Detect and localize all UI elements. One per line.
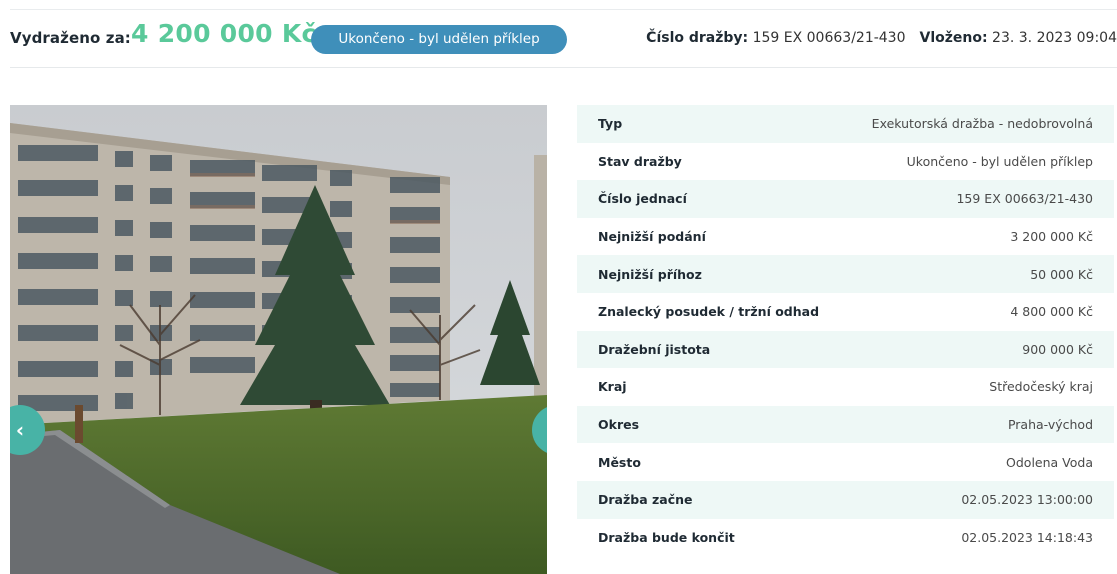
param-value: 02.05.2023 13:00:00 [961, 492, 1093, 508]
param-value: 4 800 000 Kč [1010, 304, 1093, 320]
sold-for-label: Vydraženo za: [10, 29, 131, 47]
param-value: Exekutorská dražba - nedobrovolná [871, 116, 1093, 132]
param-key: Číslo jednací [598, 191, 687, 207]
param-key: Kraj [598, 379, 627, 395]
param-value: 900 000 Kč [1022, 341, 1093, 357]
auction-summary-bar: Vydraženo za: 4 200 000 Kč Ukončeno - by… [10, 10, 1117, 68]
param-key: Okres [598, 417, 640, 433]
param-value: 50 000 Kč [1030, 266, 1093, 282]
param-row: Znalecký posudek / tržní odhad 4 800 000 … [577, 292, 1114, 331]
property-photo [10, 105, 547, 574]
param-key: Znalecký posudek / tržní odhad [598, 304, 820, 320]
param-value: 159 EX 00663/21-430 [956, 191, 1093, 207]
param-key: Dražební jistota [598, 341, 711, 357]
auction-number: 159 EX 00663/21-430 [752, 30, 906, 46]
param-row: Typ Exekutorská dražba - nedobrovolná [577, 105, 1114, 143]
param-row: Číslo jednací 159 EX 00663/21-430 [577, 180, 1114, 218]
param-row: Nejnižší příhoz 50 000 Kč [577, 255, 1114, 293]
auction-meta: Číslo dražby: 159 EX 00663/21-430 Vloženo… [646, 30, 1117, 46]
status-badge: Ukončeno - byl udělen příklep [311, 25, 567, 54]
param-value: Odolena Voda [1006, 454, 1093, 470]
param-value: 3 200 000 Kč [1010, 229, 1093, 245]
photo-gallery[interactable]: ‹ › [10, 105, 547, 574]
param-key: Nejnižší příhoz [598, 266, 702, 282]
param-row: Dražba bude končit 02.05.2023 14:18:43 [577, 518, 1114, 557]
param-row: Okres Praha-východ [577, 405, 1114, 444]
param-value: 02.05.2023 14:18:43 [961, 529, 1093, 545]
param-value: Středočeský kraj [989, 379, 1093, 395]
param-key: Stav dražby [598, 153, 682, 169]
inserted-date: 23. 3. 2023 09:04 [992, 30, 1117, 46]
chevron-left-icon: ‹ [15, 418, 25, 442]
param-value: Praha-východ [1007, 417, 1093, 433]
param-value: Ukončeno - byl udělen příklep [906, 153, 1093, 169]
param-row: Stav dražby Ukončeno - byl udělen příklep [577, 142, 1114, 181]
param-row: Dražba začne 02.05.2023 13:00:00 [577, 480, 1114, 519]
param-row: Nejnižší podání 3 200 000 Kč [577, 217, 1114, 256]
inserted-label: Vloženo: [919, 30, 988, 46]
param-key: Dražba začne [598, 492, 693, 508]
auction-parameters-table: Typ Exekutorská dražba - nedobrovolná Stav… [577, 105, 1114, 557]
final-price: 4 200 000 Kč [131, 19, 317, 48]
param-row: Kraj Středočeský kraj [577, 368, 1114, 406]
param-row: Dražební jistota 900 000 Kč [577, 330, 1114, 369]
auction-number-label: Číslo dražby: [646, 30, 749, 46]
param-key: Dražba bude končit [598, 529, 735, 545]
param-key: Typ [598, 116, 623, 132]
param-key: Město [598, 454, 641, 470]
param-key: Nejnižší podání [598, 229, 706, 245]
param-row: Město Odolena Voda [577, 443, 1114, 481]
